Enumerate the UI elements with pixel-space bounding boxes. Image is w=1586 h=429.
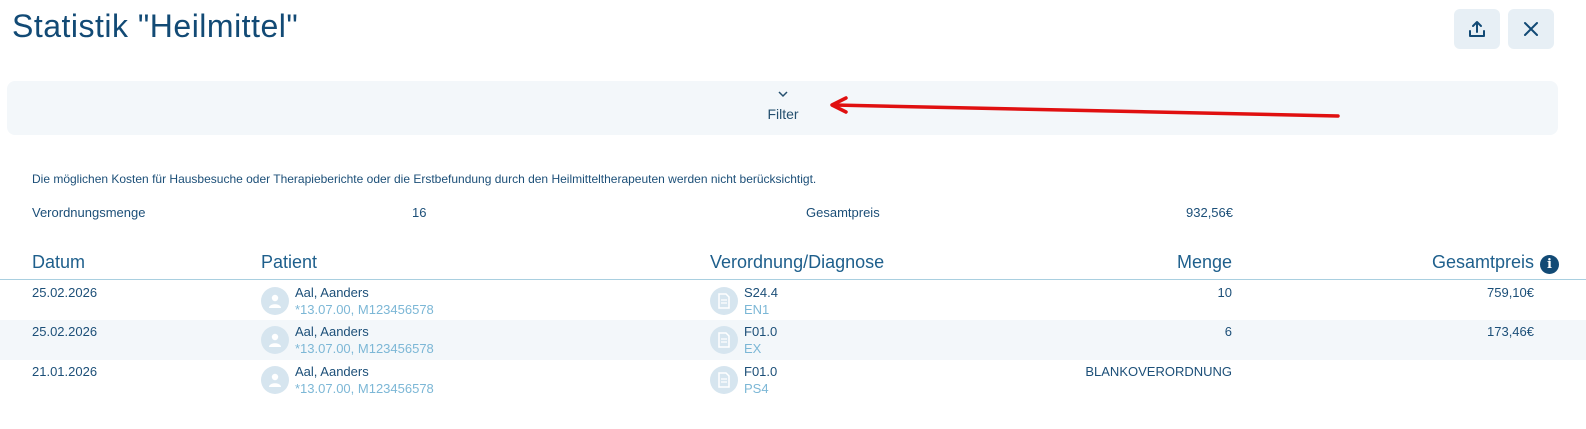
patient-info: *13.07.00, M123456578 (295, 341, 434, 356)
patient-info: *13.07.00, M123456578 (295, 381, 434, 396)
close-icon (1524, 22, 1538, 36)
document-icon (710, 326, 738, 354)
info-icon[interactable]: i (1540, 255, 1559, 274)
chevron-down-icon (778, 91, 788, 98)
column-header-patient[interactable]: Patient (261, 252, 317, 273)
filter-label: Filter (767, 106, 799, 122)
row-date: 25.02.2026 (32, 285, 98, 300)
column-header-datum[interactable]: Datum (32, 252, 85, 273)
diagnosis-code: S24.4 (744, 285, 778, 300)
document-icon (710, 366, 738, 394)
upload-icon (1469, 21, 1485, 37)
row-date: 25.02.2026 (32, 324, 98, 339)
annotation-arrow (830, 96, 1340, 118)
close-button[interactable] (1508, 9, 1554, 49)
patient-name: Aal, Aanders (295, 364, 369, 379)
patient-name: Aal, Aanders (295, 324, 369, 339)
patient-info: *13.07.00, M123456578 (295, 302, 434, 317)
cost-note: Die möglichen Kosten für Hausbesuche ode… (32, 172, 817, 186)
table-row[interactable]: 25.02.2026 Aal, Aanders *13.07.00, M1234… (0, 320, 1586, 360)
row-quantity: 6 (1224, 324, 1232, 339)
export-button[interactable] (1454, 9, 1500, 49)
column-header-gesamtpreis[interactable]: Gesamtpreis (1380, 252, 1534, 273)
column-header-verordnung[interactable]: Verordnung/Diagnose (710, 252, 884, 273)
prescription-type: EN1 (744, 302, 770, 317)
diagnosis-code: F01.0 (744, 364, 778, 379)
row-quantity: BLANKOVERORDNUNG (1085, 364, 1232, 379)
table-row[interactable]: 21.01.2026 Aal, Aanders *13.07.00, M1234… (0, 360, 1586, 400)
quantity-value: 16 (412, 205, 427, 220)
prescription-type: EX (744, 341, 762, 356)
avatar-icon (261, 366, 289, 394)
header-divider (0, 279, 1586, 280)
page-title: Statistik "Heilmittel" (12, 8, 299, 44)
avatar-icon (261, 326, 289, 354)
row-price: 173,46€ (1487, 324, 1534, 339)
row-price: 759,10€ (1487, 285, 1534, 300)
row-date: 21.01.2026 (32, 364, 98, 379)
row-quantity: 10 (1217, 285, 1232, 300)
column-header-menge[interactable]: Menge (1100, 252, 1232, 273)
document-icon (710, 287, 738, 315)
table-row[interactable]: 25.02.2026 Aal, Aanders *13.07.00, M1234… (0, 281, 1586, 321)
total-value: 932,56€ (1186, 205, 1233, 220)
prescription-type: PS4 (744, 381, 769, 396)
total-label: Gesamtpreis (806, 205, 880, 220)
patient-name: Aal, Aanders (295, 285, 369, 300)
diagnosis-code: F01.0 (744, 324, 778, 339)
avatar-icon (261, 287, 289, 315)
filter-toggle[interactable]: Filter (760, 84, 806, 130)
quantity-label: Verordnungsmenge (32, 205, 146, 220)
